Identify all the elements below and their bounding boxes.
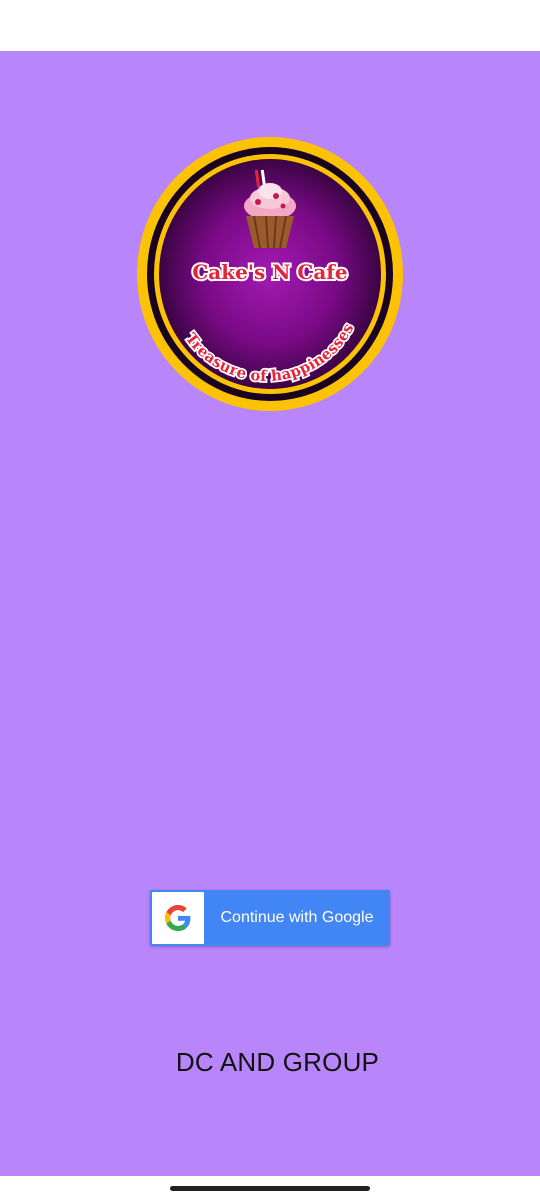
logo-title: Cake's N Cafe	[192, 260, 347, 284]
footer-company-name: DC AND GROUP	[175, 1047, 380, 1077]
continue-with-google-button[interactable]: Continue with Google	[150, 890, 390, 946]
google-icon-container	[152, 892, 204, 944]
navigation-bar	[0, 1176, 540, 1200]
status-bar	[0, 0, 540, 51]
home-indicator[interactable]	[170, 1186, 370, 1191]
splash-screen: Cake's N Cafe Treasure of happinesses Co…	[0, 51, 540, 1176]
google-g-icon	[165, 905, 191, 931]
app-logo: Cake's N Cafe Treasure of happinesses	[137, 137, 403, 411]
google-button-label: Continue with Google	[220, 909, 374, 926]
